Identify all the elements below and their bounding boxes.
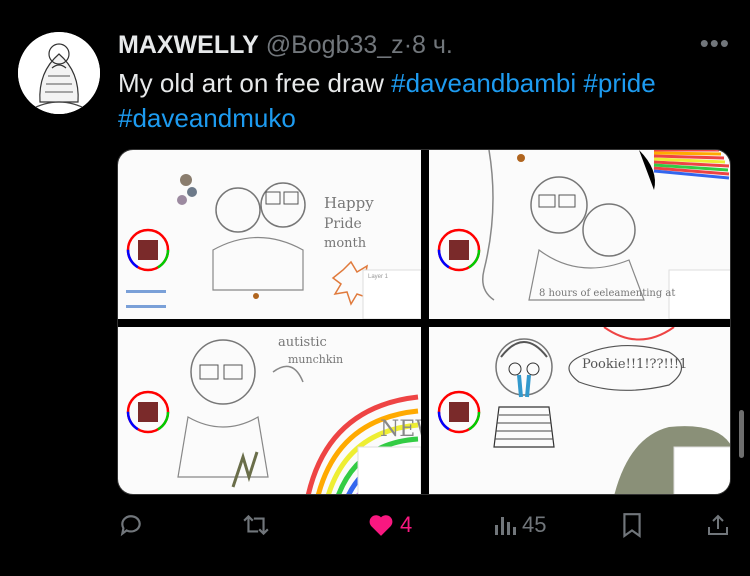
media-image-2[interactable]: 8 hours of eeleamenting at xyxy=(429,150,730,319)
bookmark-icon xyxy=(623,513,641,538)
more-options-icon[interactable]: ••• xyxy=(700,28,730,59)
media-image-4[interactable]: Pookie!!1!??!!!1 xyxy=(429,327,730,494)
media-grid: Happy Pride month Layer 1 8 hours of eel… xyxy=(117,149,731,495)
like-count: 4 xyxy=(400,512,413,537)
hashtag-link[interactable]: #pride xyxy=(583,68,655,98)
post-header: MAXWELLY @Bogb33_z·8 ч. xyxy=(118,30,453,60)
media-image-1[interactable]: Happy Pride month Layer 1 xyxy=(118,150,421,319)
repost-button[interactable] xyxy=(242,512,270,538)
drawing-text: autistic xyxy=(278,335,327,350)
post-text-body: My old art on free draw xyxy=(118,68,392,98)
separator-dot: · xyxy=(403,31,413,59)
avatar[interactable] xyxy=(18,32,100,114)
repost-icon xyxy=(243,514,269,536)
views-button[interactable]: 45 xyxy=(494,512,546,538)
views-icon xyxy=(495,517,516,535)
drawing-text: munchkin xyxy=(288,353,344,366)
media-image-3[interactable]: autistic munchkin NEW xyxy=(118,327,421,494)
drawing-text: 8 hours of eeleamenting at xyxy=(539,288,676,299)
drawing-text: Happy xyxy=(324,194,374,212)
reply-button[interactable] xyxy=(118,512,144,538)
drawing-text: month xyxy=(324,236,367,251)
author-name[interactable]: MAXWELLY xyxy=(118,31,259,59)
action-bar: 4 45 xyxy=(118,512,734,548)
author-handle[interactable]: @Bogb33_z xyxy=(266,31,404,59)
share-button[interactable] xyxy=(706,512,730,538)
bookmark-button[interactable] xyxy=(621,512,643,538)
post-text: My old art on free draw #daveandbambi #p… xyxy=(118,66,738,136)
hashtag-link[interactable]: #daveandmuko xyxy=(118,103,296,133)
layer-label: Layer 1 xyxy=(368,274,389,280)
share-icon xyxy=(708,514,728,535)
reply-icon xyxy=(120,515,141,537)
drawing-text: Pookie!!1!??!!!1 xyxy=(582,357,688,372)
post-time[interactable]: 8 ч. xyxy=(412,31,453,59)
like-button[interactable]: 4 xyxy=(368,512,412,538)
drawing-text: Pride xyxy=(324,216,362,232)
views-count: 45 xyxy=(522,512,547,537)
hashtag-link[interactable]: #daveandbambi xyxy=(391,68,576,98)
scrollbar[interactable] xyxy=(739,410,744,458)
drawing-text: NEW xyxy=(380,417,421,442)
heart-icon xyxy=(369,515,393,536)
